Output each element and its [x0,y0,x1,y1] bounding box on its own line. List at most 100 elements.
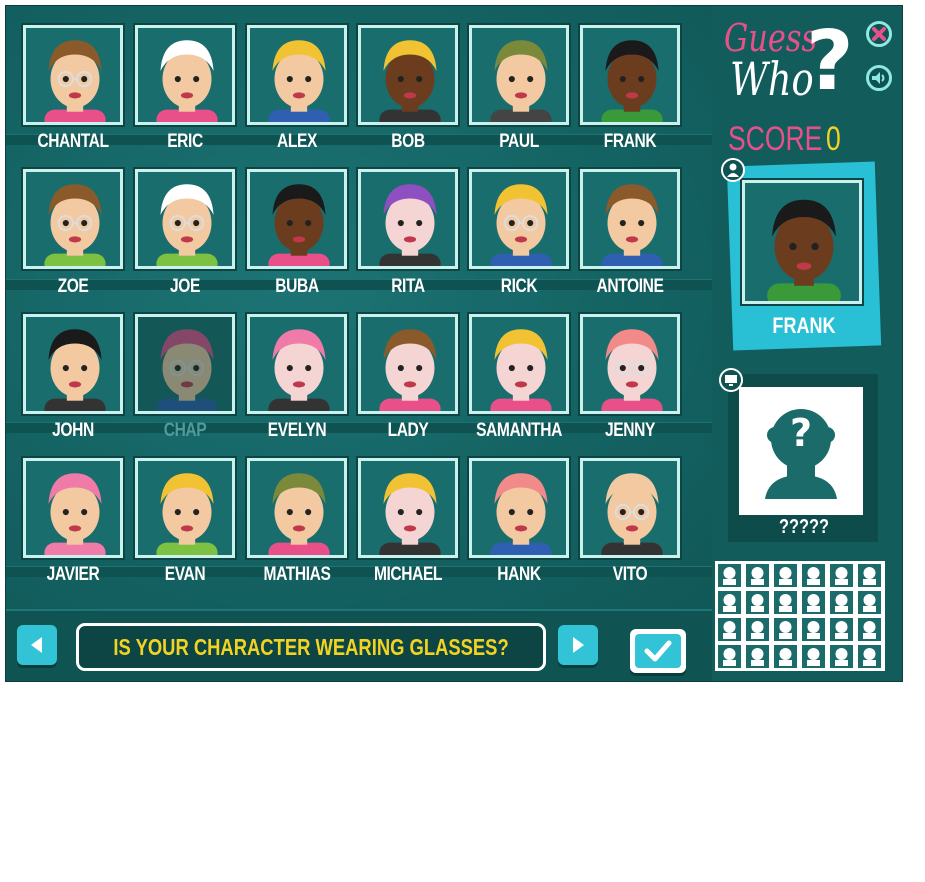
question-display: IS YOUR CHARACTER WEARING GLASSES? [76,623,546,671]
character-name: MATHIAS [263,564,331,585]
character-card[interactable] [356,456,460,560]
character-card[interactable] [467,456,571,560]
character-card[interactable] [133,167,237,271]
character-card[interactable] [245,23,349,127]
character-name: EVAN [164,564,206,585]
mini-character-slot [802,564,825,587]
monitor-icon [719,368,743,392]
character-face-icon [490,184,552,266]
character-card[interactable] [245,456,349,560]
character-name: RITA [391,276,425,297]
previous-question-button[interactable] [17,625,57,665]
character-face-icon [601,473,663,555]
card-shade [138,317,232,411]
mini-character-slot [746,645,769,668]
character-face-icon [268,329,330,411]
character-card[interactable] [356,23,460,127]
score-value: 0 [826,120,841,158]
character-card[interactable] [133,456,237,560]
character-card[interactable] [356,167,460,271]
character-card[interactable] [21,456,125,560]
character-card[interactable] [21,312,125,416]
character-card[interactable] [133,23,237,127]
character-face-icon [268,473,330,555]
mini-character-slot [718,591,741,614]
character-name: ERIC [167,131,203,152]
character-name: MICHAEL [373,564,443,585]
character-card[interactable] [133,312,237,416]
character-name: JENNY [605,420,655,441]
arrow-left-icon [31,637,42,653]
character-face-icon [601,184,663,266]
confirm-question-button[interactable] [630,629,686,673]
character-card[interactable] [21,167,125,271]
logo-question-mark: ? [806,14,854,109]
character-face-icon [44,40,106,122]
mini-character-slot [830,645,853,668]
character-name: LADY [387,420,429,441]
opponent-mystery-card: ? [739,387,863,515]
mystery-mark: ? [789,411,813,455]
character-name: JAVIER [46,564,100,585]
character-face-icon [379,40,441,122]
character-card[interactable] [578,167,682,271]
character-name: HANK [497,564,541,585]
character-card[interactable] [578,456,682,560]
character-face-icon [44,329,106,411]
character-card[interactable] [21,23,125,127]
mini-character-slot [830,591,853,614]
sound-icon [872,72,885,84]
character-face-icon [268,40,330,122]
character-name: JOE [170,276,200,297]
character-card[interactable] [467,23,571,127]
character-card[interactable] [578,312,682,416]
character-face-icon [379,184,441,266]
character-face-icon [490,329,552,411]
mini-character-slot [774,645,797,668]
character-name: BOB [391,131,425,152]
mini-character-slot [858,618,881,641]
character-card[interactable] [356,312,460,416]
checkmark-icon [644,640,672,662]
character-name: PAUL [499,131,539,152]
mini-character-slot [858,645,881,668]
next-question-button[interactable] [558,625,598,665]
mini-character-slot [774,591,797,614]
score-label: SCORE [728,120,823,158]
character-face-icon [268,184,330,266]
character-card[interactable] [245,167,349,271]
character-name: ALEX [277,131,317,152]
character-face-icon [156,40,218,122]
character-face-icon [44,184,106,266]
character-face-icon [601,329,663,411]
character-name: ANTOINE [596,276,664,297]
character-face-icon [490,473,552,555]
player-character-portrait [740,178,864,306]
logo-who: Who [730,52,814,106]
sound-button[interactable] [866,65,892,91]
mini-character-slot [718,564,741,587]
close-button[interactable] [866,21,892,47]
character-face-icon [601,40,663,122]
character-card[interactable] [245,312,349,416]
character-face-icon [490,40,552,122]
opponent-character-name: ????? [778,516,830,538]
mini-character-slot [746,618,769,641]
mini-character-slot [746,591,769,614]
mini-character-slot [858,564,881,587]
character-card[interactable] [467,312,571,416]
character-card[interactable] [467,167,571,271]
mini-character-slot [830,618,853,641]
game-board: CHANTAL ERIC ALEX BOB PAUL FRANK ZOE JOE BUBA RIT… [5,5,903,682]
character-name: RICK [500,276,538,297]
mini-character-slot [802,591,825,614]
player-character-name: FRANK [772,313,836,338]
character-card[interactable] [578,23,682,127]
mini-character-slot [774,564,797,587]
character-face-icon [767,199,841,301]
arrow-right-icon [573,637,584,653]
character-name: CHANTAL [37,131,109,152]
mini-character-slot [802,618,825,641]
mini-character-slot [746,564,769,587]
mini-character-slot [802,645,825,668]
